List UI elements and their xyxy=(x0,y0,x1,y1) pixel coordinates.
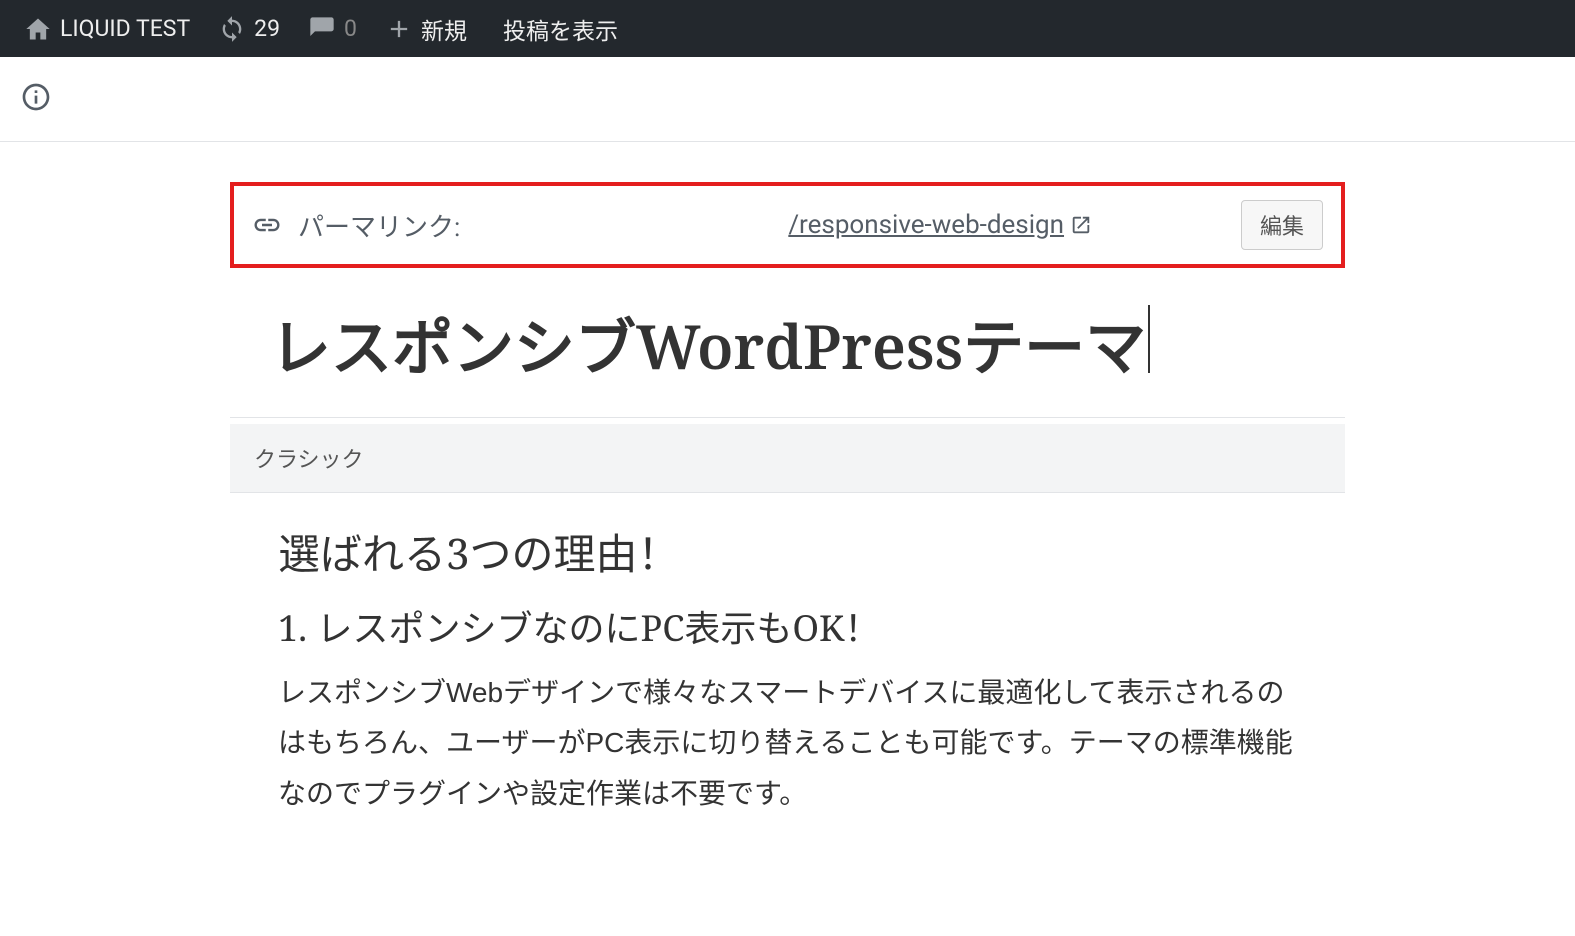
admin-comments-link[interactable]: 0 xyxy=(294,0,371,57)
comment-icon xyxy=(308,15,336,43)
refresh-icon xyxy=(218,15,246,43)
comments-count: 0 xyxy=(344,15,357,42)
content-paragraph: レスポンシブWebデザインで様々なスマートデバイスに最適化して表示されるのはもち… xyxy=(278,668,1297,819)
external-link-icon xyxy=(1070,214,1092,236)
content-heading-2: 1. レスポンシブなのにPC表示もOK！ xyxy=(278,600,1297,652)
info-bar xyxy=(0,57,1575,142)
admin-view-post-link[interactable]: 投稿を表示 xyxy=(481,0,632,57)
editor-container: パーマリンク: /responsive-web-design 編集 レスポンシブ… xyxy=(210,182,1365,847)
new-label: 新規 xyxy=(421,12,467,46)
admin-new-link[interactable]: 新規 xyxy=(371,0,481,57)
info-icon[interactable] xyxy=(20,81,52,113)
content-area[interactable]: 選ばれる3つの理由！ 1. レスポンシブなのにPC表示もOK！ レスポンシブWe… xyxy=(230,493,1345,847)
permalink-edit-button[interactable]: 編集 xyxy=(1241,200,1323,250)
permalink-slug: /responsive-web-design xyxy=(788,210,1064,240)
updates-count: 29 xyxy=(254,15,280,42)
view-post-label: 投稿を表示 xyxy=(503,12,618,46)
post-title-wrap: レスポンシブWordPressテーマ xyxy=(230,288,1345,418)
plus-icon xyxy=(385,15,413,43)
post-title-input[interactable]: レスポンシブWordPressテーマ xyxy=(270,304,1146,387)
home-icon xyxy=(24,15,52,43)
site-name: LIQUID TEST xyxy=(60,15,190,42)
block-type-label[interactable]: クラシック xyxy=(230,424,1345,493)
permalink-box: パーマリンク: /responsive-web-design 編集 xyxy=(230,182,1345,268)
text-cursor xyxy=(1148,305,1150,373)
content-heading-1: 選ばれる3つの理由！ xyxy=(278,521,1297,582)
permalink-label: パーマリンク: xyxy=(298,207,460,244)
admin-bar: LIQUID TEST 29 0 新規 投稿を表示 xyxy=(0,0,1575,57)
admin-site-link[interactable]: LIQUID TEST xyxy=(10,0,204,57)
link-icon xyxy=(252,210,282,240)
admin-updates-link[interactable]: 29 xyxy=(204,0,294,57)
permalink-url[interactable]: /responsive-web-design xyxy=(478,210,1092,240)
